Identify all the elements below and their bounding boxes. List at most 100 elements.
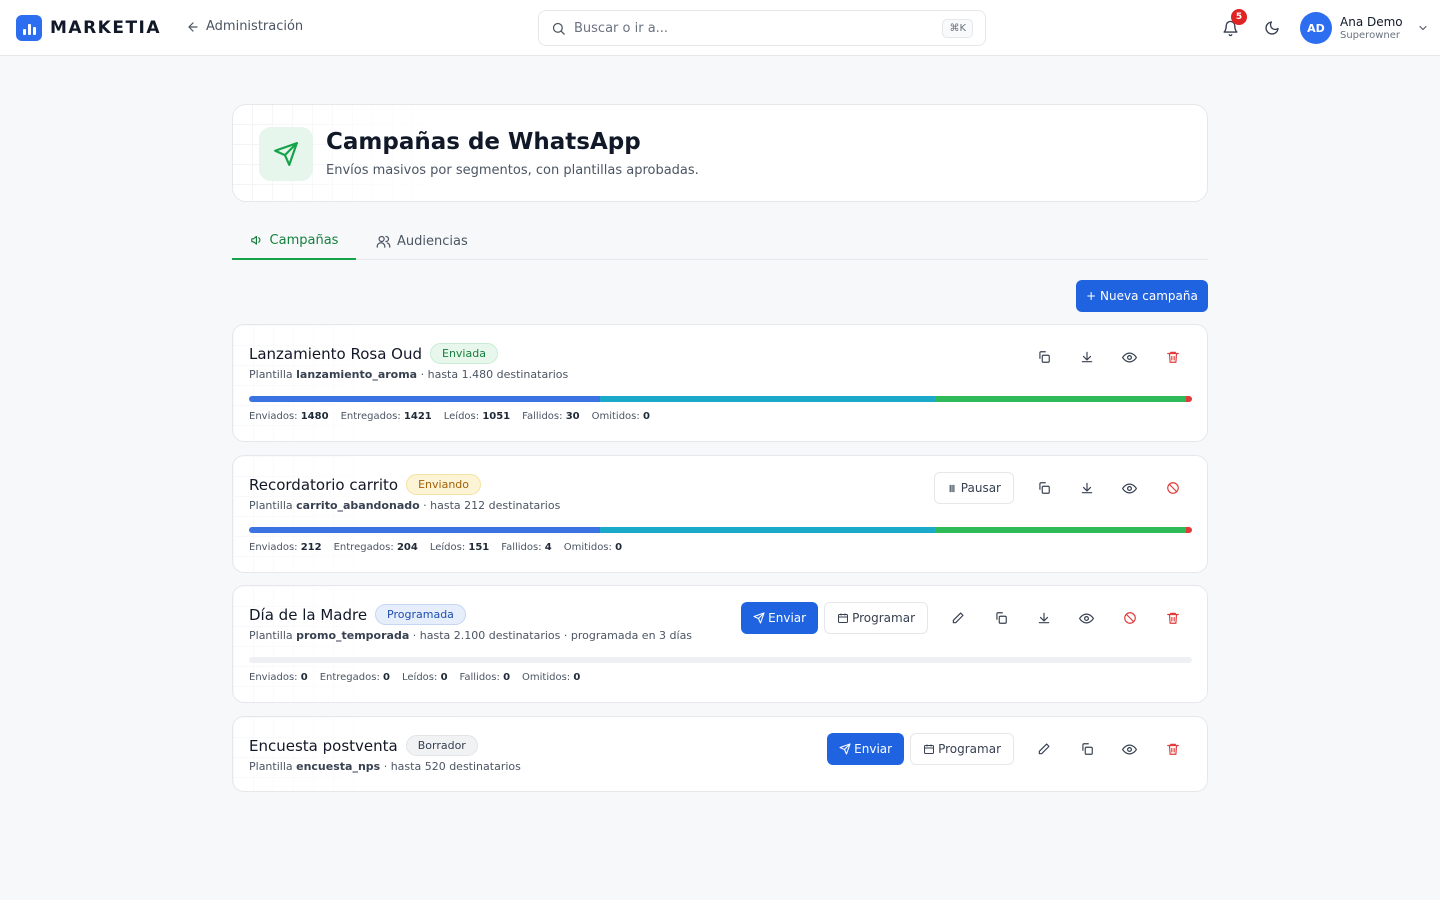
download-icon (1037, 611, 1051, 625)
campaign-name: Día de la Madre (249, 605, 368, 624)
campaign-details: Plantilla carrito_abandonado · hasta 212… (249, 499, 561, 512)
duplicate-button[interactable] (1022, 472, 1065, 504)
eye-icon (1122, 481, 1137, 496)
user-role: Superowner (1340, 29, 1400, 41)
tab-audiences[interactable]: Audiencias (360, 222, 484, 260)
pause-icon (947, 483, 958, 494)
eye-icon (1079, 611, 1094, 626)
theme-toggle-button[interactable] (1261, 17, 1283, 39)
ban-icon (1123, 611, 1137, 625)
progress-read (935, 527, 1187, 533)
megaphone-icon (250, 233, 264, 247)
progress-sent (249, 527, 600, 533)
progress-bar (249, 396, 1192, 402)
progress-failed (1186, 396, 1192, 402)
brand-name: MARKETIA (50, 18, 162, 38)
download-icon (1080, 481, 1094, 495)
cancel-button[interactable] (1151, 472, 1194, 504)
campaign-card: Encuesta postventa Borrador Plantilla en… (232, 716, 1208, 792)
download-button[interactable] (1065, 472, 1108, 504)
copy-icon (1037, 481, 1051, 495)
trash-icon (1166, 611, 1180, 625)
tabs: Campañas Audiencias (232, 222, 1208, 260)
campaign-card: Día de la Madre Programada Plantilla pro… (232, 585, 1208, 703)
view-button[interactable] (1108, 472, 1151, 504)
pencil-icon (1037, 742, 1051, 756)
download-button[interactable] (1065, 341, 1108, 373)
edit-button[interactable] (1022, 733, 1065, 765)
cancel-button[interactable] (1108, 602, 1151, 634)
brand-logo-icon (16, 15, 42, 41)
users-icon (376, 234, 391, 249)
pencil-icon (951, 611, 965, 625)
chevron-down-icon (1417, 22, 1429, 34)
trash-icon (1166, 742, 1180, 756)
campaign-name: Encuesta postventa (249, 736, 398, 755)
campaign-name: Recordatorio carrito (249, 475, 399, 494)
progress-failed (1186, 527, 1192, 533)
view-button[interactable] (1108, 341, 1151, 373)
send-icon (753, 612, 765, 624)
progress-bar (249, 527, 1192, 533)
campaign-stats: Enviados: 0 Entregados: 0 Leídos: 0 Fall… (249, 672, 581, 683)
download-icon (1080, 350, 1094, 364)
progress-delivered (599, 396, 936, 402)
campaign-name: Lanzamiento Rosa Oud (249, 344, 422, 363)
status-badge: Programada (375, 604, 466, 625)
duplicate-button[interactable] (1022, 341, 1065, 373)
page-title: Campañas de WhatsApp (326, 129, 641, 155)
search-box[interactable]: ⌘K (538, 10, 986, 46)
status-badge: Enviando (406, 474, 482, 495)
brand[interactable]: MARKETIA (16, 15, 161, 41)
arrow-left-icon (186, 20, 200, 34)
campaign-details: Plantilla encuesta_nps · hasta 520 desti… (249, 760, 521, 773)
new-campaign-button[interactable]: + Nueva campaña (1076, 280, 1208, 312)
pause-button[interactable]: Pausar (933, 472, 1014, 504)
download-button[interactable] (1022, 602, 1065, 634)
copy-icon (994, 611, 1008, 625)
send-icon (259, 127, 313, 181)
back-to-admin-link[interactable]: Administración (186, 19, 303, 34)
view-button[interactable] (1108, 733, 1151, 765)
trash-icon (1166, 350, 1180, 364)
tab-campaigns[interactable]: Campañas (232, 222, 356, 260)
duplicate-button[interactable] (979, 602, 1022, 634)
avatar: AD (1300, 12, 1332, 44)
progress-delivered (599, 527, 936, 533)
campaign-card: Lanzamiento Rosa Oud Enviada Plantilla l… (232, 324, 1208, 442)
search-shortcut: ⌘K (942, 18, 973, 38)
eye-icon (1122, 350, 1137, 365)
eye-icon (1122, 742, 1137, 757)
user-menu[interactable]: AD Ana Demo Superowner (1300, 12, 1429, 44)
top-bar: MARKETIA Administración ⌘K 5 AD Ana Demo… (0, 0, 1440, 56)
edit-button[interactable] (936, 602, 979, 634)
send-button[interactable]: Enviar (741, 602, 819, 634)
progress-sent (249, 396, 600, 402)
delete-button[interactable] (1151, 341, 1194, 373)
page-header-card: Campañas de WhatsApp Envíos masivos por … (232, 104, 1208, 202)
view-button[interactable] (1065, 602, 1108, 634)
search-input[interactable] (574, 20, 935, 36)
calendar-icon (923, 743, 935, 755)
campaign-stats: Enviados: 1480 Entregados: 1421 Leídos: … (249, 411, 650, 422)
schedule-button[interactable]: Programar (824, 602, 928, 634)
status-badge: Borrador (405, 735, 478, 756)
progress-read (935, 396, 1187, 402)
schedule-button[interactable]: Programar (910, 733, 1014, 765)
send-icon (839, 743, 851, 755)
copy-icon (1080, 742, 1094, 756)
progress-bar (249, 657, 1192, 663)
calendar-icon (837, 612, 849, 624)
user-name: Ana Demo (1340, 14, 1403, 29)
send-button[interactable]: Enviar (827, 733, 905, 765)
moon-icon (1264, 20, 1280, 36)
page-subtitle: Envíos masivos por segmentos, con planti… (326, 163, 699, 178)
back-link-label: Administración (206, 19, 304, 34)
delete-button[interactable] (1151, 733, 1194, 765)
delete-button[interactable] (1151, 602, 1194, 634)
campaign-details: Plantilla promo_temporada · hasta 2.100 … (249, 629, 693, 642)
campaign-stats: Enviados: 212 Entregados: 204 Leídos: 15… (249, 542, 623, 553)
ban-icon (1166, 481, 1180, 495)
duplicate-button[interactable] (1065, 733, 1108, 765)
status-badge: Enviada (430, 343, 498, 364)
